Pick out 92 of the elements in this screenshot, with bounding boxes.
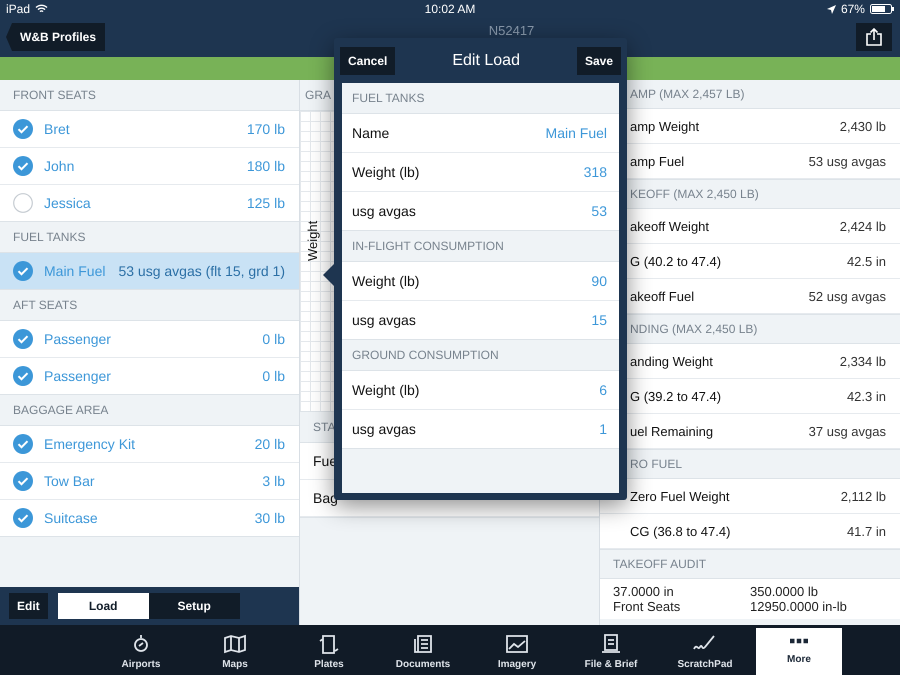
- segment-button[interactable]: Setup: [148, 593, 240, 619]
- audit-cell-text: 350.0000 lb: [750, 584, 819, 599]
- checked-icon[interactable]: [13, 434, 33, 454]
- battery-percent: 67%: [840, 2, 865, 16]
- field-label: Weight (lb): [352, 273, 420, 289]
- axis-label: Weight: [305, 220, 320, 261]
- item-name: Bret: [44, 121, 71, 137]
- clock: 10:02 AM: [424, 2, 476, 16]
- battery-icon: [870, 4, 894, 14]
- summary-label: CG (36.8 to 47.4): [630, 524, 730, 538]
- item-value: 170 lb: [246, 121, 285, 137]
- segment-button[interactable]: Load: [58, 593, 149, 619]
- cancel-button[interactable]: Cancel: [340, 46, 396, 74]
- summary-value: 2,112 lb: [840, 488, 886, 504]
- checked-icon[interactable]: [13, 471, 33, 491]
- item-name: Tow Bar: [44, 473, 96, 489]
- item-value: 53 usg avgas (flt 15, grd 1): [118, 263, 285, 279]
- field-label: usg avgas: [352, 312, 416, 328]
- wifi-icon: [35, 4, 48, 14]
- tab[interactable]: Plates: [286, 628, 372, 675]
- summary-value: 41.7 in: [846, 524, 886, 538]
- summary-label: amp Weight: [630, 118, 700, 134]
- item-value: 0 lb: [262, 368, 285, 384]
- field-label: Weight (lb): [352, 382, 420, 398]
- item-name: Passenger: [44, 368, 112, 384]
- tab[interactable]: Airports: [98, 628, 184, 675]
- audit-cell-text: Front Seats: [613, 599, 682, 614]
- summary-value: 37 usg avgas: [808, 424, 886, 438]
- item-value: 20 lb: [254, 436, 285, 452]
- item-name: Main Fuel: [44, 263, 106, 279]
- map-icon: [222, 633, 248, 655]
- summary-label: akeoff Fuel: [630, 288, 694, 304]
- unchecked-icon[interactable]: [13, 193, 33, 213]
- more-icon: [790, 638, 808, 644]
- item-value: 3 lb: [262, 473, 285, 489]
- summary-label: uel Remaining: [630, 424, 714, 438]
- summary-label: anding Weight: [630, 354, 713, 368]
- summary-value: 2,430 lb: [840, 118, 886, 134]
- tab[interactable]: Documents: [380, 628, 466, 675]
- item-name: Jessica: [44, 195, 92, 211]
- chart-icon: [504, 633, 530, 655]
- device-name: iPad: [6, 2, 30, 16]
- item-value: 30 lb: [254, 510, 285, 526]
- item-value: 180 lb: [246, 158, 285, 174]
- form-row[interactable]: Weight (lb) 318: [342, 153, 619, 192]
- summary-value: 53 usg avgas: [808, 154, 886, 168]
- audit-cell-text: 12950.0000 in-lb: [750, 599, 848, 614]
- tab[interactable]: Imagery: [474, 628, 560, 675]
- summary-label: akeoff Weight: [630, 218, 710, 234]
- form-row[interactable]: Weight (lb) 90: [342, 262, 619, 301]
- form-row[interactable]: Name Main Fuel: [342, 114, 619, 153]
- load-item[interactable]: Main Fuel 53 usg avgas (flt 15, grd 1): [0, 253, 299, 289]
- checked-icon[interactable]: [13, 156, 33, 176]
- checked-icon[interactable]: [13, 261, 33, 281]
- item-name: Emergency Kit: [44, 436, 136, 452]
- share-button[interactable]: [856, 23, 892, 51]
- summary-label: G (39.2 to 47.4): [630, 388, 722, 404]
- summary-value: 2,424 lb: [840, 218, 886, 234]
- field-label: usg avgas: [352, 421, 416, 437]
- item-name: Suitcase: [44, 510, 99, 526]
- tab[interactable]: ScratchPad: [662, 628, 748, 675]
- item-name: John: [44, 158, 76, 174]
- field-label: Name: [352, 125, 390, 141]
- form-row[interactable]: usg avgas 15: [342, 301, 619, 339]
- tab[interactable]: File & Brief: [568, 628, 654, 675]
- tab[interactable]: Maps: [192, 628, 278, 675]
- checked-icon[interactable]: [13, 119, 33, 139]
- summary-label: amp Fuel: [630, 154, 684, 168]
- audit-cell-text: 37.0000 in: [613, 584, 675, 599]
- item-name: Passenger: [44, 331, 112, 347]
- popover-title: Edit Load: [452, 52, 520, 70]
- back-button[interactable]: W&B Profiles: [6, 23, 106, 51]
- item-value: 125 lb: [246, 195, 285, 211]
- summary-value: 42.3 in: [846, 388, 886, 404]
- summary-label: Zero Fuel Weight: [630, 488, 730, 504]
- field-label: Weight (lb): [352, 164, 420, 180]
- summary-value: 52 usg avgas: [808, 288, 886, 304]
- edit-button[interactable]: Edit: [9, 593, 48, 619]
- form-row[interactable]: Weight (lb) 6: [342, 371, 619, 410]
- nav-title: N52417: [488, 23, 534, 38]
- share-icon: [866, 28, 882, 46]
- field-label: usg avgas: [352, 203, 416, 219]
- item-value: 0 lb: [262, 331, 285, 347]
- checked-icon[interactable]: [13, 366, 33, 386]
- summary-label: G (40.2 to 47.4): [630, 254, 722, 268]
- summary-value: 42.5 in: [846, 254, 886, 268]
- summary-value: 2,334 lb: [840, 354, 886, 368]
- tab[interactable]: More: [756, 628, 842, 675]
- location-arrow-icon: [826, 4, 836, 14]
- checked-icon[interactable]: [13, 508, 33, 528]
- save-button[interactable]: Save: [576, 46, 621, 74]
- checked-icon[interactable]: [13, 329, 33, 349]
